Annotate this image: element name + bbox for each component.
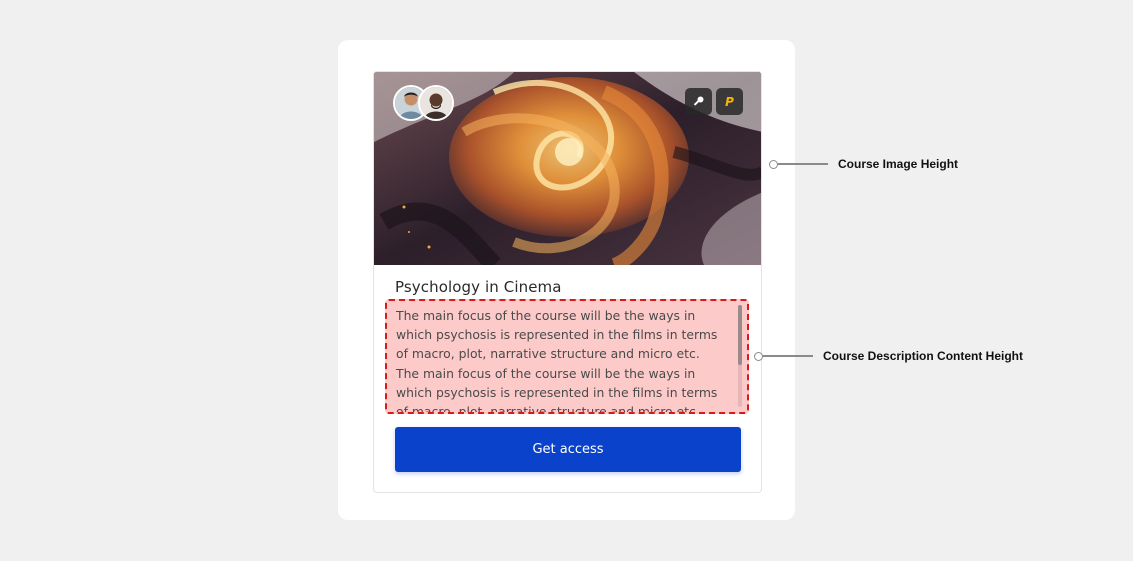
image-height-callout: Course Image Height [769, 157, 958, 171]
instructor-avatar-2[interactable] [418, 85, 454, 121]
course-description-box[interactable]: The main focus of the course will be the… [385, 299, 749, 414]
description-height-label: Course Description Content Height [823, 349, 1024, 363]
person-icon [420, 87, 452, 119]
get-access-button[interactable]: Get access [395, 427, 741, 472]
paypal-icon: P [716, 88, 743, 115]
course-title: Psychology in Cinema [395, 278, 562, 296]
callout-dot [769, 159, 778, 169]
course-card[interactable]: P Psychology in Cinema The main focus of… [373, 71, 762, 493]
callout-line [778, 163, 828, 165]
key-icon [685, 88, 712, 115]
course-description: The main focus of the course will be the… [396, 308, 718, 414]
description-scroll-thumb[interactable] [738, 305, 742, 365]
image-height-label: Course Image Height [838, 157, 959, 171]
description-scrollbar[interactable] [738, 305, 742, 407]
paypal-glyph: P [725, 94, 734, 109]
access-badges: P [685, 88, 743, 115]
course-cover-image: P [374, 72, 761, 265]
description-height-callout: Course Description Content Height [754, 349, 1023, 363]
key-icon-glyph [693, 96, 704, 106]
callout-line [763, 355, 813, 357]
callout-dot [754, 351, 763, 361]
